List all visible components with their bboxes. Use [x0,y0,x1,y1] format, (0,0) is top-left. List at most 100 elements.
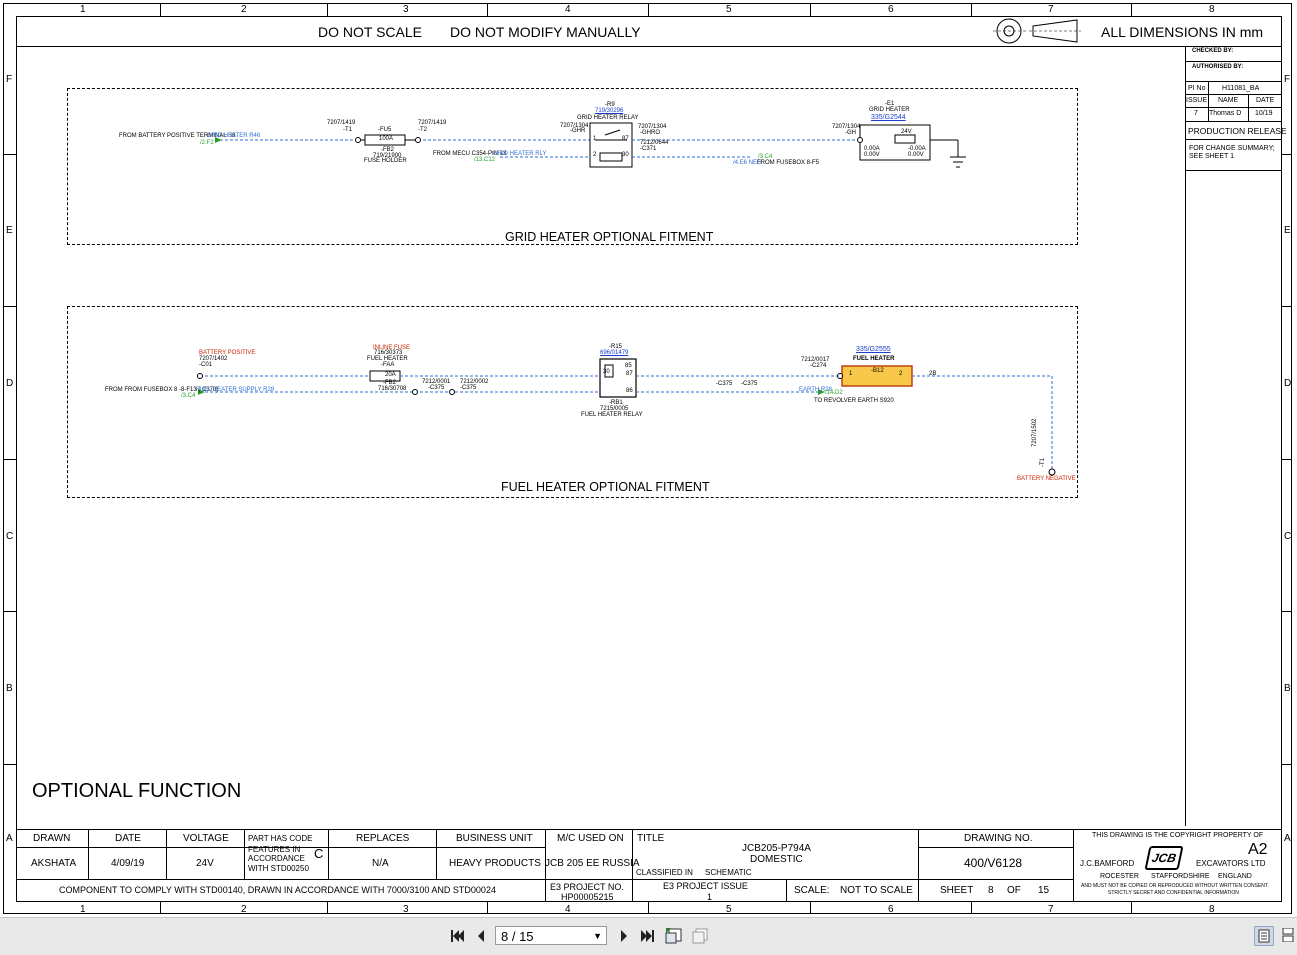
last-page-icon [641,930,654,942]
continuous-view-icon [1282,927,1294,943]
part-code-3: ACCORDANCE [248,854,305,863]
mc-used-label: M/C USED ON [557,833,624,844]
gh-t2-code: 7207/1419 [418,120,447,126]
fh-pin-85: 85 [625,363,632,369]
next-page-icon [621,930,627,942]
gh-24v: 24V [901,129,912,135]
grid-col-6-bottom: 6 [888,904,894,915]
grid-col-2: 2 [241,4,247,15]
issue-label: ISSUE [1186,97,1208,104]
fit-width-button[interactable] [690,926,710,946]
change-summary-2: SEE SHEET 1 [1189,153,1235,160]
part-code-1: PART HAS CODE [248,834,313,843]
grid-col-4-bottom: 4 [565,904,571,915]
next-page-button[interactable] [614,926,634,946]
classified-value: SCHEMATIC [705,868,752,877]
copyright-note: THIS DRAWING IS THE COPYRIGHT PROPERTY O… [1092,832,1264,839]
optional-function-label: OPTIONAL FUNCTION [32,780,242,802]
replaces-label: REPLACES [356,833,410,844]
of-label: OF [1007,885,1021,896]
grid-row-e-right: E [1284,225,1291,236]
fh-b12-link[interactable]: 335/G2555 [856,346,891,353]
production-release: PRODUCTION RELEASE [1188,126,1287,136]
grid-col-1-bottom: 1 [80,904,86,915]
grid-row-d: D [6,378,14,389]
business-unit-label: BUSINESS UNIT [456,833,533,844]
grid-row-d-right: D [1284,378,1292,389]
fh-c375-d: -C375 [741,381,758,387]
gh-fu5-rating: 100A [379,136,394,142]
grid-col-8-bottom: 8 [1209,904,1215,915]
fh-t1: -T1 [1040,458,1046,467]
name-value: Thomas D [1209,110,1242,117]
pi-no-label: PI No [1188,85,1206,92]
mc-used-value: JCB 205 EE RUSSIA [545,858,640,869]
address-3: ENGLAND [1218,873,1252,880]
fit-page-button[interactable] [664,926,684,946]
do-not-scale: DO NOT SCALE [318,24,422,40]
voltage-value: 24V [196,858,214,869]
last-page-button[interactable] [638,926,658,946]
continuous-view-button[interactable] [1278,926,1297,946]
fh-c274: -C274 [810,363,827,369]
previous-page-button[interactable] [471,926,491,946]
grid-col-3-bottom: 3 [403,904,409,915]
first-page-button[interactable] [447,926,467,946]
gh-t1: -T1 [343,127,352,133]
gh-t1-code: 7207/1419 [327,120,356,126]
all-dimensions: ALL DIMENSIONS IN mm [1101,24,1264,40]
gh-fuse-holder: FUSE HOLDER [364,158,407,164]
gh-r9-link[interactable]: 719/30296 [595,108,623,114]
jcb-logo: JCB [1144,846,1184,870]
fh-fuel-heater-relay: FUEL HEATER RELAY [581,412,643,418]
gh-from-battery-ref: /2.F2 [200,140,214,146]
fh-c375-a: -C375 [428,385,445,391]
grid-row-c-right: C [1284,531,1292,542]
gh-pin-2: 2 [593,152,597,158]
grid-row-c: C [6,531,14,542]
gh-pin-87: 87 [622,136,629,142]
company-name-2: EXCAVATORS LTD [1196,859,1266,868]
gh-pin-1: 1 [593,136,597,142]
sheet-size: A2 [1248,841,1268,858]
date-label-tb: DATE [115,833,141,844]
fit-width-icon [692,928,708,944]
fh-b12: -B12 [871,368,884,374]
projection-symbol-icon [993,18,1081,44]
gh-pin-30: 30 [622,152,629,158]
e3-issue-label: E3 PROJECT ISSUE [663,881,748,891]
e3-issue-value: 1 [707,892,713,902]
drawing-sheet: 1 2 3 4 5 6 7 8 1 2 3 4 5 6 7 8 F E D C … [0,0,1297,917]
gh-e1-link[interactable]: 335/G2544 [871,114,906,121]
e3-project-no-value: HP00005215 [561,892,614,902]
drawing-no-value: 400/V6128 [964,856,1023,870]
grid-heater-schematic [215,122,966,168]
fit-page-icon [665,928,682,944]
grid-col-5-bottom: 5 [726,904,732,915]
fh-pin-1: 1 [849,371,853,377]
gh-grid-heater-relay: GRID HEATER RELAY [577,115,639,121]
date-value: 10/19 [1255,110,1273,117]
grid-col-3: 3 [403,4,409,15]
drawn-label: DRAWN [33,833,71,844]
page-indicator: 8 / 15 [501,929,534,944]
gh-from-battery-wire: GRID HEATER R46 [207,133,261,139]
business-unit-value: HEAVY PRODUCTS [449,858,541,869]
fh-from-fusebox-ref: /3.C4 [181,393,196,399]
title-line-1: JCB205-P794A [742,843,811,854]
fh-fb2-code: 716/30708 [378,386,407,392]
fh-r15-link[interactable]: 696/01479 [600,350,628,356]
fh-faa: -FAA [381,362,395,368]
gh-t2: -T2 [418,127,427,133]
of-value: 15 [1038,885,1050,896]
grid-col-6: 6 [888,4,894,15]
grid-row-a-right: A [1284,833,1291,844]
drawing-no-label: DRAWING NO. [964,833,1033,844]
single-page-view-button[interactable] [1254,926,1274,946]
title-label: TITLE [637,833,665,844]
fh-fuel-heater: FUEL HEATER [853,356,895,362]
fh-pin-2: 2 [899,371,903,377]
fh-to-revolver: TO REVOLVER EARTH S920 [814,398,894,404]
gh-c371: -C371 [640,146,657,152]
page-selector[interactable]: 8 / 15 ▼ [495,926,607,945]
